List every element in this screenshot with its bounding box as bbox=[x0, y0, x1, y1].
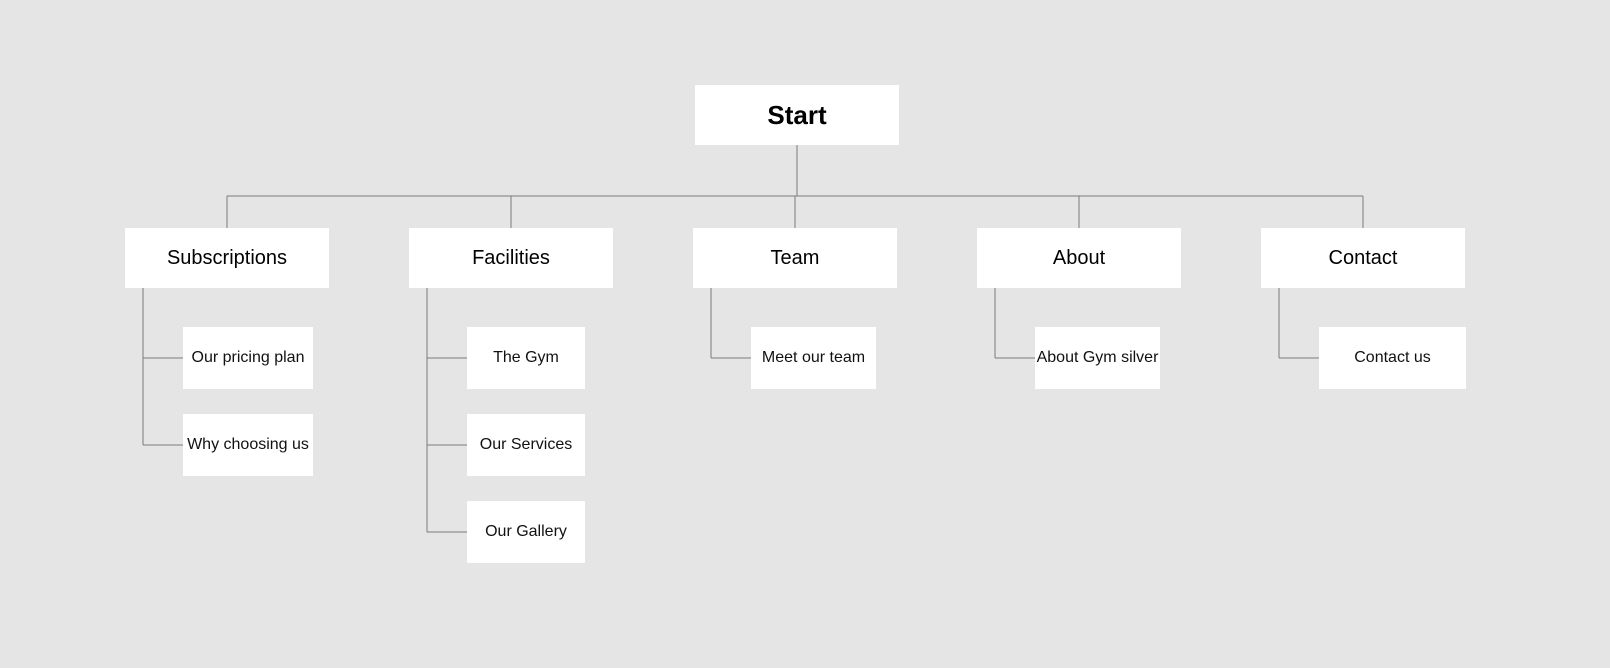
section-label: Facilities bbox=[472, 247, 550, 270]
root-node-start: Start bbox=[695, 85, 899, 145]
section-label: About bbox=[1053, 247, 1105, 270]
leaf-node: The Gym bbox=[467, 327, 585, 389]
section-node-facilities: Facilities bbox=[409, 228, 613, 288]
section-node-subscriptions: Subscriptions bbox=[125, 228, 329, 288]
leaf-label: About Gym silver bbox=[1037, 349, 1159, 367]
leaf-label: Why choosing us bbox=[187, 436, 309, 454]
section-node-contact: Contact bbox=[1261, 228, 1465, 288]
leaf-label: Meet our team bbox=[762, 349, 865, 367]
section-label: Contact bbox=[1329, 247, 1398, 270]
leaf-node: Our Gallery bbox=[467, 501, 585, 563]
root-label: Start bbox=[767, 100, 826, 131]
section-node-about: About bbox=[977, 228, 1181, 288]
section-label: Subscriptions bbox=[167, 247, 287, 270]
leaf-node: About Gym silver bbox=[1035, 327, 1160, 389]
leaf-label: Our pricing plan bbox=[192, 349, 305, 367]
leaf-node: Contact us bbox=[1319, 327, 1466, 389]
leaf-node: Our pricing plan bbox=[183, 327, 313, 389]
leaf-label: Contact us bbox=[1354, 349, 1430, 367]
sitemap-diagram: Start Subscriptions Facilities Team Abou… bbox=[0, 0, 1610, 668]
leaf-node: Our Services bbox=[467, 414, 585, 476]
leaf-label: Our Services bbox=[480, 436, 572, 454]
section-label: Team bbox=[771, 247, 820, 270]
leaf-label: The Gym bbox=[493, 349, 559, 367]
leaf-label: Our Gallery bbox=[485, 523, 567, 541]
leaf-node: Why choosing us bbox=[183, 414, 313, 476]
section-node-team: Team bbox=[693, 228, 897, 288]
leaf-node: Meet our team bbox=[751, 327, 876, 389]
